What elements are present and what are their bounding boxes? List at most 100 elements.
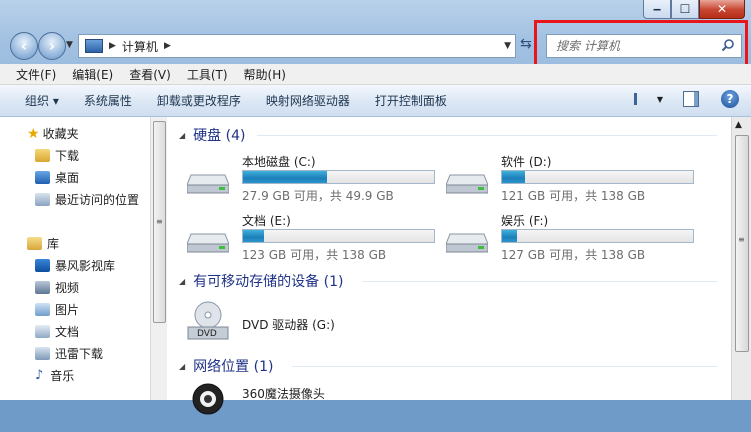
view-options-icon[interactable] xyxy=(633,93,651,105)
drive-space-info: 27.9 GB 可用，共 49.9 GB xyxy=(242,189,394,203)
nav-downloads-label: 下载 xyxy=(55,149,80,163)
nav-downloads[interactable]: 下载 xyxy=(35,147,79,164)
drive-name: 软件 (D:) xyxy=(501,155,552,169)
toolbar-right-group: ▼ ? xyxy=(633,90,739,108)
content-scroll-grip-icon: ≡ xyxy=(738,235,745,244)
group-divider xyxy=(257,135,717,136)
drive-usage-bar xyxy=(242,170,435,184)
content-scrollbar[interactable]: ▲ ≡ xyxy=(731,117,751,400)
menu-bar: 文件(F) 编辑(E) 查看(V) 工具(T) 帮助(H) xyxy=(0,64,751,85)
drive-usage-fill xyxy=(243,171,328,183)
videos-icon xyxy=(35,281,50,294)
hard-drive-icon xyxy=(187,174,229,194)
hard-drive-icon xyxy=(446,233,488,253)
drive-space-info: 123 GB 可用，共 138 GB xyxy=(242,248,387,262)
libraries-icon xyxy=(27,237,42,250)
music-note-icon: ♪ xyxy=(35,368,44,383)
uninstall-program-button[interactable]: 卸载或更改程序 xyxy=(157,92,241,109)
pictures-icon xyxy=(35,303,50,316)
desktop-icon xyxy=(35,171,50,184)
drive-usage-fill xyxy=(502,171,525,183)
nav-recent-places[interactable]: 最近访问的位置 xyxy=(35,191,139,208)
group-hdd-label: 硬盘 (4) xyxy=(193,128,246,144)
drive-usage-fill xyxy=(502,230,518,242)
drive-f[interactable]: 娱乐 (F:) 127 GB 可用，共 138 GB xyxy=(446,212,696,262)
drive-name: 娱乐 (F:) xyxy=(501,214,549,228)
collapse-arrow-icon[interactable]: ◢ xyxy=(179,131,185,140)
dvd-drive-icon: DVD xyxy=(187,301,229,340)
thunder-folder-icon xyxy=(35,347,50,360)
nav-storm-label: 暴风影视库 xyxy=(55,259,116,273)
group-divider xyxy=(362,281,717,282)
preview-pane-icon[interactable] xyxy=(683,91,699,107)
nav-recent-label: 最近访问的位置 xyxy=(55,193,140,207)
navigation-pane: ★ 收藏夹 下载 桌面 最近访问的位置 库 暴风影视库 视频 图片 文档 迅雷下… xyxy=(0,117,150,400)
drive-usage-bar xyxy=(501,170,694,184)
nav-libraries[interactable]: 库 xyxy=(27,235,59,252)
command-toolbar: 组织 ▾ 系统属性 卸载或更改程序 映射网络驱动器 打开控制面板 ▼ ? xyxy=(0,85,751,117)
collapse-arrow-icon[interactable]: ◢ xyxy=(179,362,185,371)
network-item-name: 360魔法摄像头 xyxy=(242,387,325,401)
help-icon[interactable]: ? xyxy=(721,90,739,108)
drive-d[interactable]: 软件 (D:) 121 GB 可用，共 138 GB xyxy=(446,153,696,203)
view-dropdown-icon[interactable]: ▼ xyxy=(657,95,663,104)
drive-usage-bar xyxy=(242,229,435,243)
dvd-logo-text: DVD xyxy=(197,329,217,339)
group-network-locations[interactable]: ◢ 网络位置 (1) xyxy=(179,356,273,376)
nav-thunder-downloads[interactable]: 迅雷下载 xyxy=(35,345,103,362)
nav-documents[interactable]: 文档 xyxy=(35,323,79,340)
nav-pane-scrollbar[interactable]: ≡ xyxy=(150,117,168,400)
drive-usage-fill xyxy=(243,230,264,242)
download-folder-icon xyxy=(35,149,50,162)
network-camera-item[interactable]: 360魔法摄像头 xyxy=(187,382,437,432)
collapse-arrow-icon[interactable]: ◢ xyxy=(179,277,185,286)
scroll-up-arrow-icon[interactable]: ▲ xyxy=(735,120,742,130)
nav-scroll-grip-icon: ≡ xyxy=(156,217,163,226)
nav-libraries-label: 库 xyxy=(47,237,60,251)
content-pane: ◢ 硬盘 (4) 本地磁盘 (C:) 27.9 GB 可用，共 49.9 GB … xyxy=(167,117,731,415)
nav-videos-label: 视频 xyxy=(55,281,80,295)
nav-pictures[interactable]: 图片 xyxy=(35,301,79,318)
hard-drive-icon xyxy=(446,174,488,194)
drive-name: 本地磁盘 (C:) xyxy=(242,155,316,169)
drive-name: 文档 (E:) xyxy=(242,214,291,228)
map-network-drive-button[interactable]: 映射网络驱动器 xyxy=(266,92,350,109)
group-hard-drives[interactable]: ◢ 硬盘 (4) xyxy=(179,125,245,145)
menu-file[interactable]: 文件(F) xyxy=(16,66,56,83)
drive-usage-bar xyxy=(501,229,694,243)
drive-dvd-g[interactable]: DVD DVD 驱动器 (G:) xyxy=(187,301,437,351)
open-control-panel-button[interactable]: 打开控制面板 xyxy=(375,92,447,109)
drive-space-info: 127 GB 可用，共 138 GB xyxy=(501,248,646,262)
group-network-label: 网络位置 (1) xyxy=(193,359,274,375)
menu-view[interactable]: 查看(V) xyxy=(129,66,171,83)
organize-button[interactable]: 组织 ▾ xyxy=(25,92,59,109)
nav-favorites-label: 收藏夹 xyxy=(42,127,79,141)
nav-music-label: 音乐 xyxy=(50,369,75,383)
nav-videos[interactable]: 视频 xyxy=(35,279,79,296)
nav-music[interactable]: ♪ 音乐 xyxy=(35,367,74,384)
documents-icon xyxy=(35,325,50,338)
recent-places-icon xyxy=(35,193,50,206)
nav-desktop[interactable]: 桌面 xyxy=(35,169,79,186)
storm-library-icon xyxy=(35,259,50,272)
menu-help[interactable]: 帮助(H) xyxy=(244,66,286,83)
drive-e[interactable]: 文档 (E:) 123 GB 可用，共 138 GB xyxy=(187,212,437,262)
nav-storm-library[interactable]: 暴风影视库 xyxy=(35,257,115,274)
drive-space-info: 121 GB 可用，共 138 GB xyxy=(501,189,646,203)
hard-drive-icon xyxy=(187,233,229,253)
nav-thunder-label: 迅雷下载 xyxy=(55,347,104,361)
nav-documents-label: 文档 xyxy=(55,325,80,339)
nav-pictures-label: 图片 xyxy=(55,303,80,317)
webcam-icon xyxy=(192,383,224,415)
star-icon: ★ xyxy=(27,125,40,142)
nav-favorites[interactable]: ★ 收藏夹 xyxy=(27,125,79,142)
group-removable-label: 有可移动存储的设备 (1) xyxy=(193,274,344,290)
drive-name: DVD 驱动器 (G:) xyxy=(242,318,335,332)
system-properties-button[interactable]: 系统属性 xyxy=(84,92,132,109)
menu-edit[interactable]: 编辑(E) xyxy=(72,66,113,83)
nav-desktop-label: 桌面 xyxy=(55,171,80,185)
drive-c[interactable]: 本地磁盘 (C:) 27.9 GB 可用，共 49.9 GB xyxy=(187,153,437,203)
group-divider xyxy=(292,366,717,367)
group-removable-devices[interactable]: ◢ 有可移动存储的设备 (1) xyxy=(179,271,343,291)
menu-tools[interactable]: 工具(T) xyxy=(187,66,228,83)
